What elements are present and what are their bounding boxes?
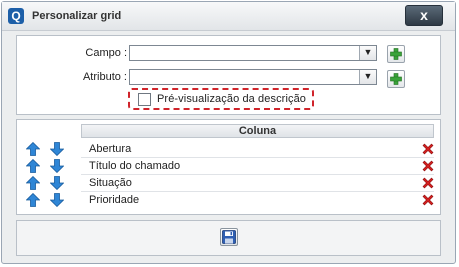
row-label: Prioridade	[89, 194, 140, 206]
field-selection-panel: Campo : ▼ Atributo : ▼ Pré-visualização …	[16, 35, 441, 115]
arrow-up-icon[interactable]	[26, 142, 40, 156]
dialog-title: Personalizar grid	[32, 10, 122, 22]
plus-icon	[390, 48, 402, 60]
plus-icon	[390, 73, 402, 85]
floppy-disk-icon	[222, 230, 236, 244]
delete-x-icon[interactable]	[422, 194, 434, 206]
atributo-label: Atributo :	[82, 71, 127, 83]
row-label: Abertura	[89, 143, 132, 155]
arrow-down-icon[interactable]	[50, 176, 64, 190]
campo-label: Campo :	[85, 47, 127, 59]
atributo-select[interactable]: ▼	[129, 69, 377, 85]
preview-highlight: Pré-visualização da descrição	[128, 88, 314, 110]
arrow-up-icon[interactable]	[26, 176, 40, 190]
add-atributo-button[interactable]	[387, 70, 405, 88]
chevron-down-icon[interactable]: ▼	[359, 46, 376, 60]
arrow-up-icon[interactable]	[26, 159, 40, 173]
personalizar-grid-dialog: Q Personalizar grid x Campo : ▼ Atributo…	[1, 1, 456, 264]
chevron-down-icon[interactable]: ▼	[359, 70, 376, 84]
table-row: Prioridade	[17, 192, 440, 209]
title-bar: Q Personalizar grid x	[2, 2, 455, 31]
add-campo-button[interactable]	[387, 45, 405, 63]
columns-grid: Coluna Abertura Título do chamado Situaç…	[16, 119, 441, 215]
table-row: Título do chamado	[17, 158, 440, 175]
arrow-down-icon[interactable]	[50, 159, 64, 173]
delete-x-icon[interactable]	[422, 160, 434, 172]
app-logo-icon: Q	[8, 8, 24, 24]
dialog-footer	[16, 220, 441, 256]
save-button[interactable]	[220, 228, 238, 246]
arrow-down-icon[interactable]	[50, 193, 64, 207]
delete-x-icon[interactable]	[422, 177, 434, 189]
table-row: Abertura	[17, 141, 440, 158]
close-button[interactable]: x	[405, 5, 443, 26]
preview-checkbox-label[interactable]: Pré-visualização da descrição	[157, 93, 306, 105]
table-row: Situação	[17, 175, 440, 192]
arrow-up-icon[interactable]	[26, 193, 40, 207]
campo-select[interactable]: ▼	[129, 45, 377, 61]
delete-x-icon[interactable]	[422, 143, 434, 155]
arrow-down-icon[interactable]	[50, 142, 64, 156]
row-label: Situação	[89, 177, 132, 189]
preview-checkbox[interactable]	[138, 93, 151, 106]
coluna-header: Coluna	[81, 124, 434, 138]
row-label: Título do chamado	[89, 160, 181, 172]
